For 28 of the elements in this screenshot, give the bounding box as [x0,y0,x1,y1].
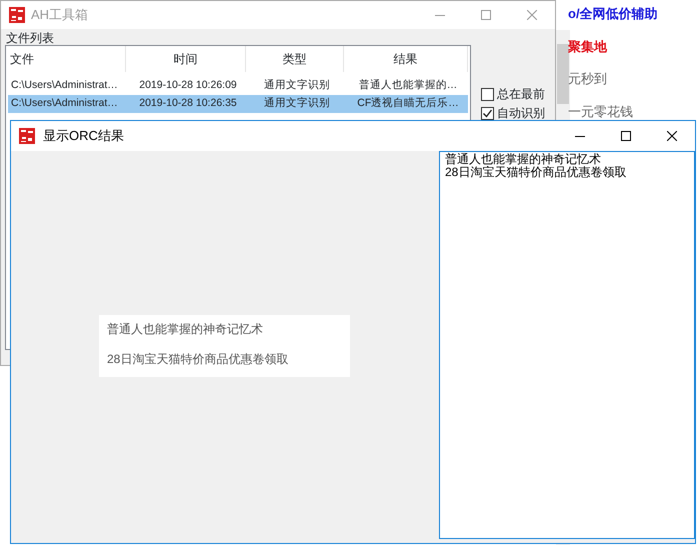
web-link[interactable]: 聚集地 [568,36,658,56]
image-text: 28日淘宝天猫特价商品优惠卷领取 [107,351,290,368]
table-row[interactable]: C:\Users\Administrat… 2019-10-28 10:26:35 通用文字识别 CF透视自瞄无后乐… [8,95,468,113]
group-title: 文件列表 [6,30,54,47]
web-link[interactable]: 一元零花钱 [568,102,658,121]
checkbox-label: 自动识别 [497,105,545,122]
scrollbar-thumb[interactable] [557,44,569,104]
checkbox[interactable] [481,106,494,120]
close-icon [527,10,537,20]
app-icon [19,128,35,144]
web-link[interactable]: 元秒到 [568,69,658,88]
checkbox-label: 总在最前 [497,86,545,103]
web-link[interactable]: o/全网低价辅助 [568,4,658,24]
table-row[interactable]: C:\Users\Administrat… 2019-10-28 10:26:09 通用文字识别 普通人也能掌握的… [8,77,468,95]
result-text-area[interactable]: 普通人也能掌握的神奇记忆术 28日淘宝天猫特价商品优惠卷领取 [439,151,695,539]
window-title: AH工具箱 [31,6,88,24]
maximize-icon [481,10,491,20]
check-icon [482,108,493,118]
window-title: 显示ORC结果 [43,127,124,146]
column-header[interactable]: 类型 [246,46,344,72]
app-icon [9,7,25,23]
maximize-icon [621,131,631,141]
column-header[interactable]: 时间 [126,46,246,72]
column-header[interactable]: 文件 [6,46,126,72]
image-text: 普通人也能掌握的神奇记忆术 [107,321,264,338]
close-icon [667,131,677,141]
column-header[interactable]: 结果 [344,46,468,72]
checkbox[interactable] [481,88,494,100]
